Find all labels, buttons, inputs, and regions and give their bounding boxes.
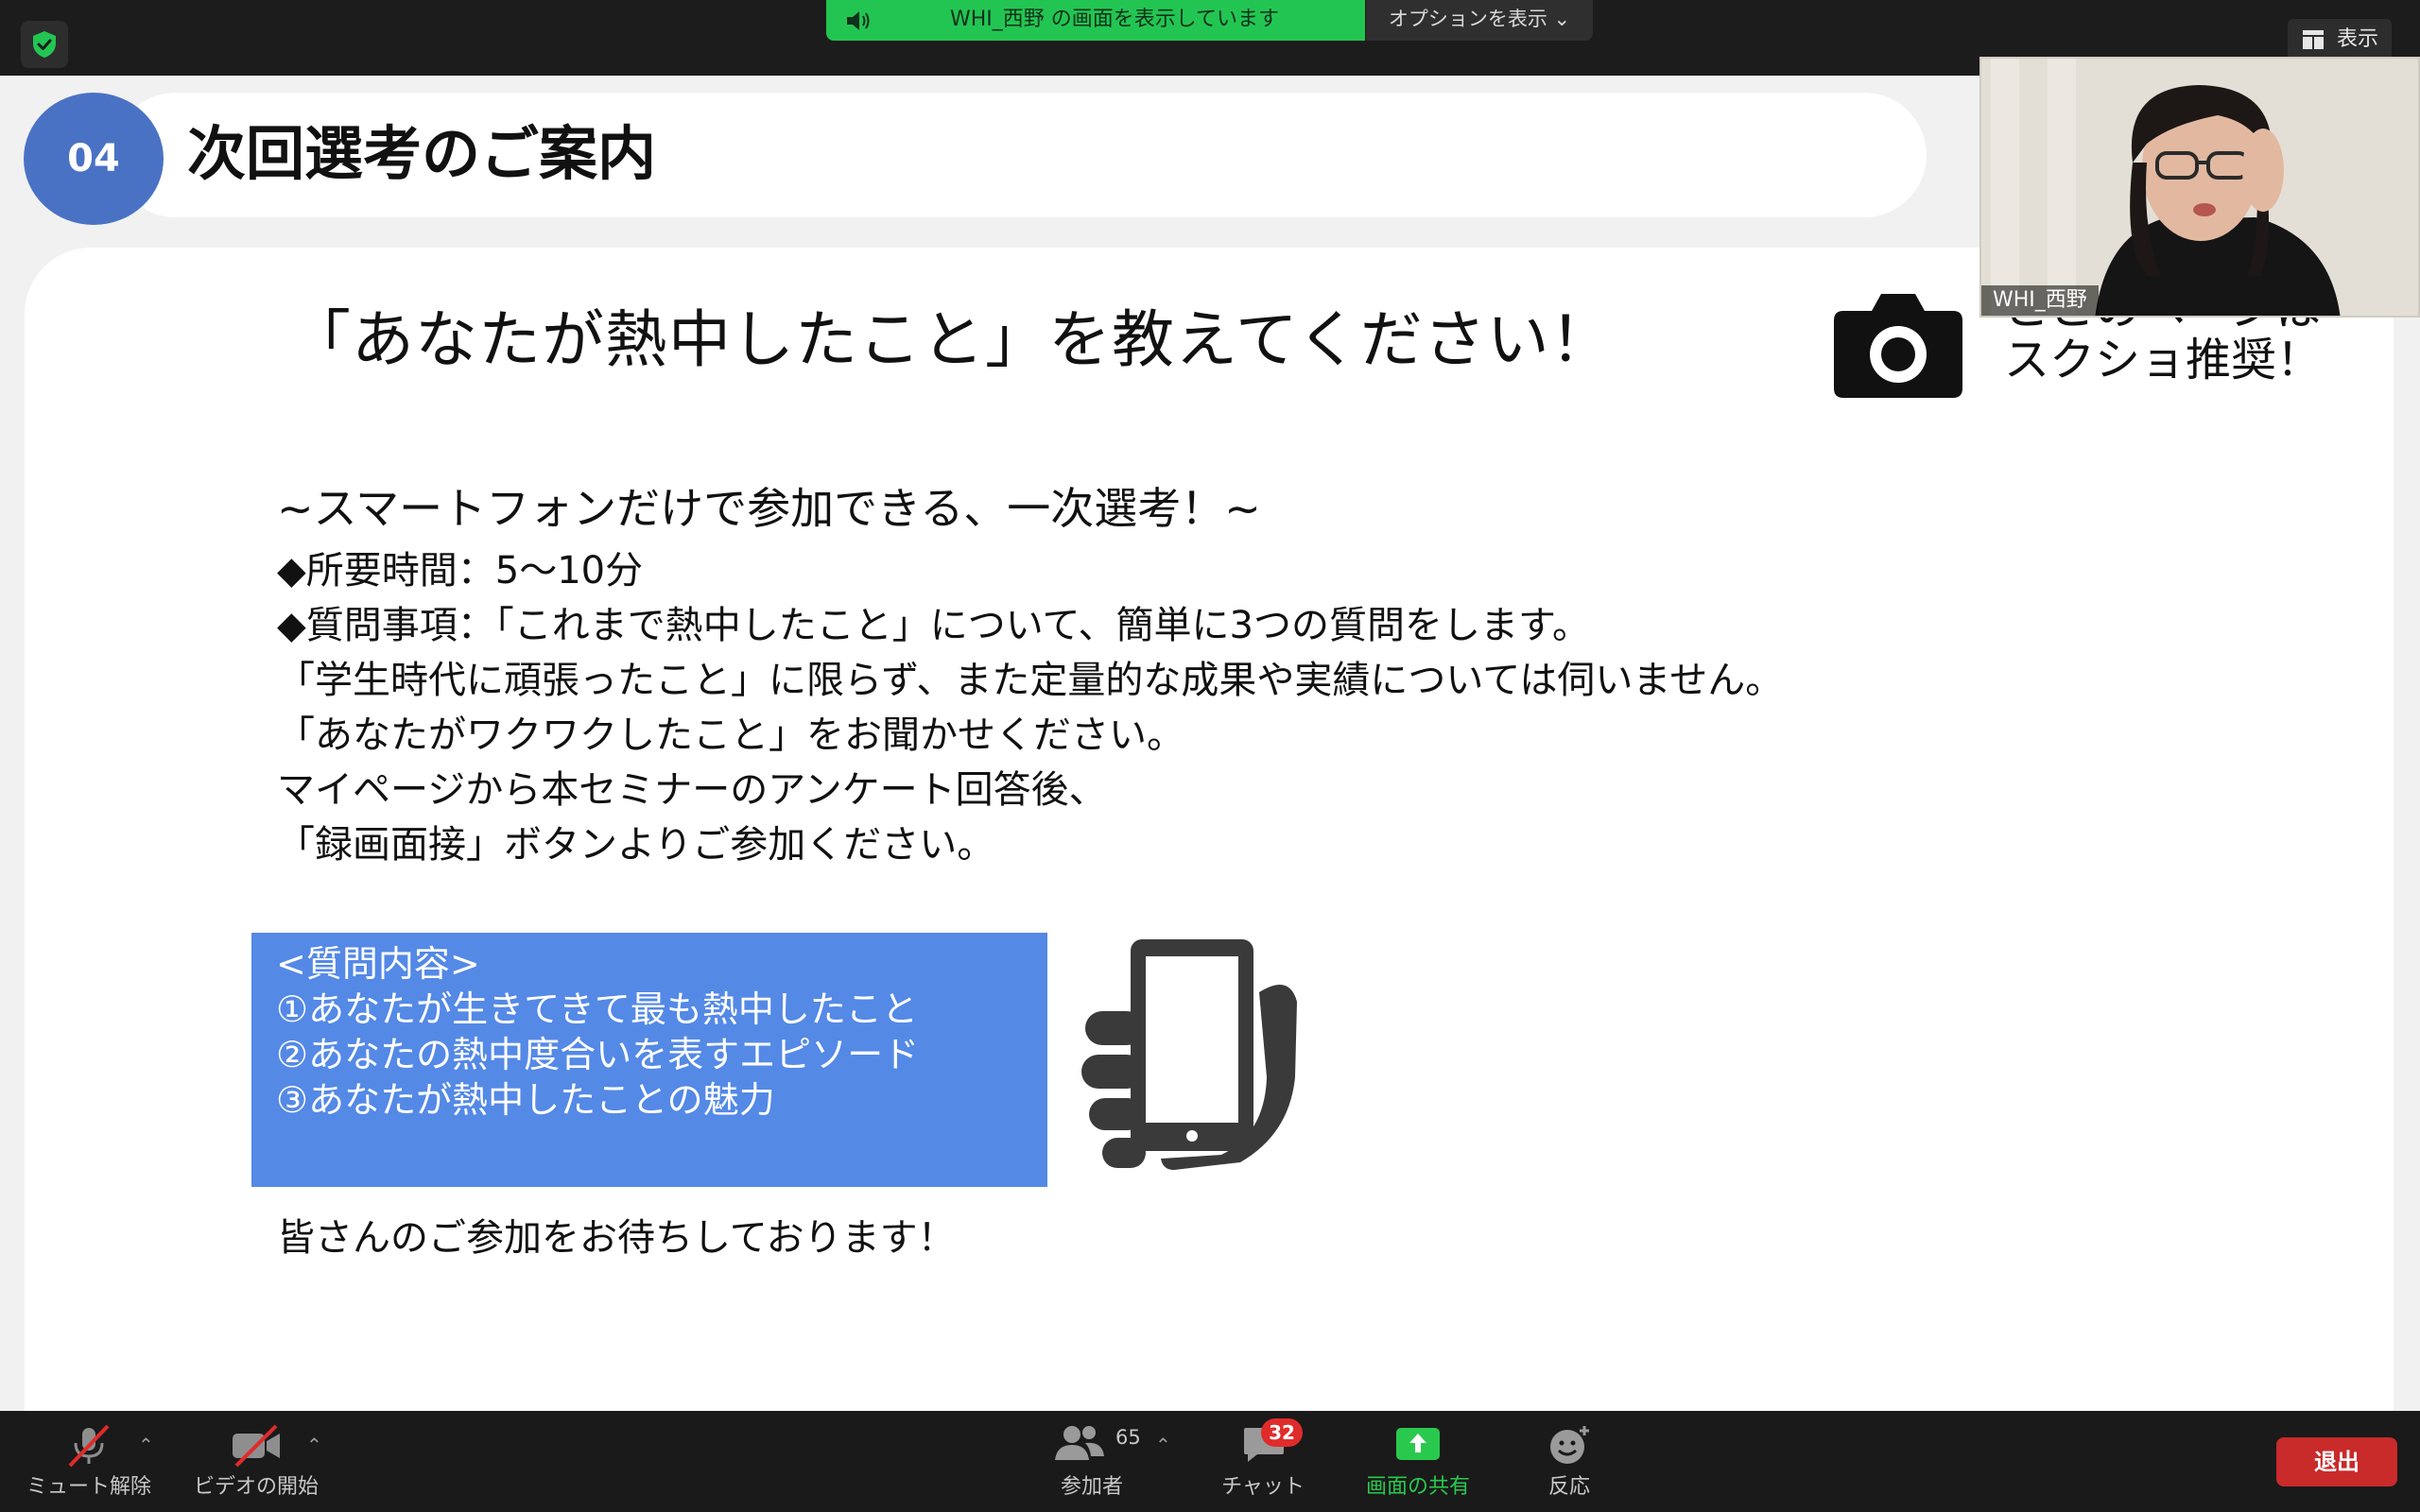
participants-icon (1055, 1426, 1104, 1460)
screen-share-banner: WHI_西野 の画面を表示しています (826, 0, 1365, 41)
leave-meeting-button[interactable]: 退出 (2276, 1437, 2397, 1486)
question-content-box: <質問内容> ①あなたが生きてきて最も熱中したこと ②あなたの熱中度合いを表すエ… (251, 933, 1047, 1187)
chat-unread-badge: 32 (1261, 1418, 1303, 1447)
participants-button[interactable]: 65 参加者 (1030, 1411, 1153, 1512)
video-off-icon (233, 1424, 280, 1468)
body-text-line: 「あなたがワクワクしたこと」をお聞かせください。 (277, 713, 1184, 757)
security-shield-button[interactable] (21, 21, 68, 68)
share-banner-text: WHI_西野 の画面を表示しています (949, 8, 1280, 31)
unmute-button[interactable]: ミュート解除 (13, 1411, 164, 1512)
meeting-controls-toolbar: ミュート解除 ⌃ ビデオの開始 ⌃ 65 参加者 ⌃ 32 チャット 画面の共有… (0, 1411, 2420, 1512)
participant-name-label: WHI_西野 (1981, 285, 2099, 316)
camera-icon (1834, 294, 1962, 398)
reactions-label: 反応 (1547, 1475, 1590, 1499)
slide-headline: 「あなたが熱中したこと」を教えてください！ (288, 303, 1614, 376)
participants-options-caret[interactable]: ⌃ (1155, 1434, 1171, 1456)
unmute-label: ミュート解除 (26, 1475, 151, 1499)
view-options-button[interactable]: オプションを表示 ⌄ (1366, 0, 1593, 41)
participant-video-tile[interactable]: WHI_西野 (1979, 57, 2420, 318)
section-number-badge: 04 (24, 93, 164, 225)
closing-message: 皆さんのご参加をお待ちしております！ (277, 1216, 956, 1260)
share-screen-label: 画面の共有 (1365, 1475, 1470, 1499)
reaction-icon (1550, 1426, 1589, 1464)
participants-label: 参加者 (1060, 1475, 1123, 1499)
body-text-line: 「録画面接」ボタンよりご参加ください。 (277, 823, 995, 867)
view-layout-label: 表示 (2337, 27, 2379, 51)
screenshot-note-line: スクショ推奨！ (2004, 334, 2323, 387)
share-screen-button[interactable]: 画面の共有 (1352, 1411, 1484, 1512)
chat-label: チャット (1221, 1475, 1305, 1499)
share-screen-icon (1396, 1428, 1440, 1460)
duration-line: ◆所要時間：5〜10分 (277, 549, 644, 593)
body-text-line: 「学生時代に頑張ったこと」に限らず、また定量的な成果や実績については伺いません。 (277, 659, 1784, 702)
reactions-button[interactable]: 反応 (1512, 1411, 1626, 1512)
video-options-caret[interactable]: ⌃ (306, 1434, 322, 1456)
slide-title: 次回選考のご案内 (187, 119, 657, 188)
question-item: ①あなたが生きてきて最も熱中したこと (276, 988, 918, 1030)
participant-video-image (2095, 85, 2341, 316)
start-video-button[interactable]: ビデオの開始 (185, 1411, 327, 1512)
chat-button[interactable]: 32 チャット (1206, 1411, 1320, 1512)
slide-subtitle: ~スマートフォンだけで参加できる、一次選考！~ (277, 483, 1261, 534)
question-topic-line: ◆質問事項：「これまで熱中したこと」について、簡単に3つの質問をします。 (277, 604, 1591, 647)
question-box-heading: <質問内容> (276, 943, 480, 985)
body-text-line: マイページから本セミナーのアンケート回答後、 (277, 768, 1107, 812)
start-video-label: ビデオの開始 (193, 1475, 319, 1499)
question-item: ②あなたの熱中度合いを表すエピソード (276, 1034, 920, 1075)
microphone-muted-icon (68, 1424, 110, 1468)
audio-options-caret[interactable]: ⌃ (138, 1434, 154, 1456)
grid-view-icon (2303, 30, 2324, 49)
shield-check-icon (33, 31, 56, 58)
participant-count: 65 (1115, 1426, 1141, 1449)
question-item: ③あなたが熱中したことの魅力 (276, 1079, 775, 1121)
smartphone-hand-icon (1081, 939, 1297, 1170)
view-layout-button[interactable]: 表示 (2288, 19, 2392, 60)
